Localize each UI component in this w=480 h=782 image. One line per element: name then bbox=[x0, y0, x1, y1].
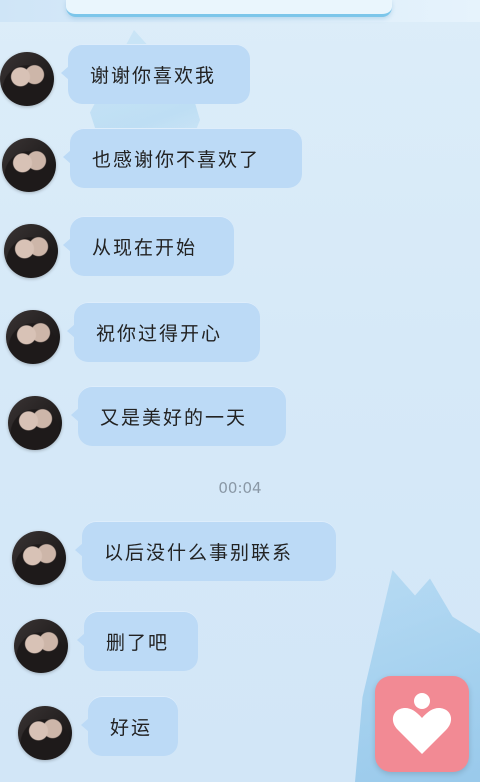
message-bubble[interactable]: 好运 bbox=[81, 696, 178, 756]
message-bubble[interactable]: 删了吧 bbox=[77, 611, 198, 671]
avatar[interactable] bbox=[0, 52, 54, 106]
message-text: 从现在开始 bbox=[92, 236, 198, 259]
message-bubble[interactable]: 谢谢你喜欢我 bbox=[61, 44, 250, 104]
message-text: 谢谢你喜欢我 bbox=[90, 64, 217, 87]
chat-timestamp: 00:04 bbox=[218, 479, 262, 497]
avatar[interactable] bbox=[2, 138, 56, 192]
floating-heart-button[interactable] bbox=[375, 676, 469, 772]
message-text: 也感谢你不喜欢了 bbox=[92, 148, 261, 171]
message-text: 祝你过得开心 bbox=[96, 322, 223, 345]
chat-thread: 谢谢你喜欢我 也感谢你不喜欢了 从现在开始 祝你过得开心 又是美好的一天 00:… bbox=[0, 0, 480, 782]
avatar[interactable] bbox=[18, 706, 72, 760]
message-text: 删了吧 bbox=[106, 631, 170, 654]
message-bubble[interactable]: 从现在开始 bbox=[63, 216, 234, 276]
avatar[interactable] bbox=[4, 224, 58, 278]
message-text: 以后没什么事别联系 bbox=[104, 541, 294, 564]
avatar[interactable] bbox=[6, 310, 60, 364]
avatar[interactable] bbox=[14, 619, 68, 673]
avatar[interactable] bbox=[12, 531, 66, 585]
message-bubble[interactable]: 又是美好的一天 bbox=[71, 386, 286, 446]
avatar[interactable] bbox=[8, 396, 62, 450]
message-bubble[interactable]: 以后没什么事别联系 bbox=[75, 521, 336, 581]
message-text: 好运 bbox=[110, 716, 153, 739]
message-text: 又是美好的一天 bbox=[100, 406, 248, 429]
heart-person-icon bbox=[392, 693, 452, 754]
message-bubble[interactable]: 祝你过得开心 bbox=[67, 302, 260, 362]
message-bubble[interactable]: 也感谢你不喜欢了 bbox=[63, 128, 302, 188]
